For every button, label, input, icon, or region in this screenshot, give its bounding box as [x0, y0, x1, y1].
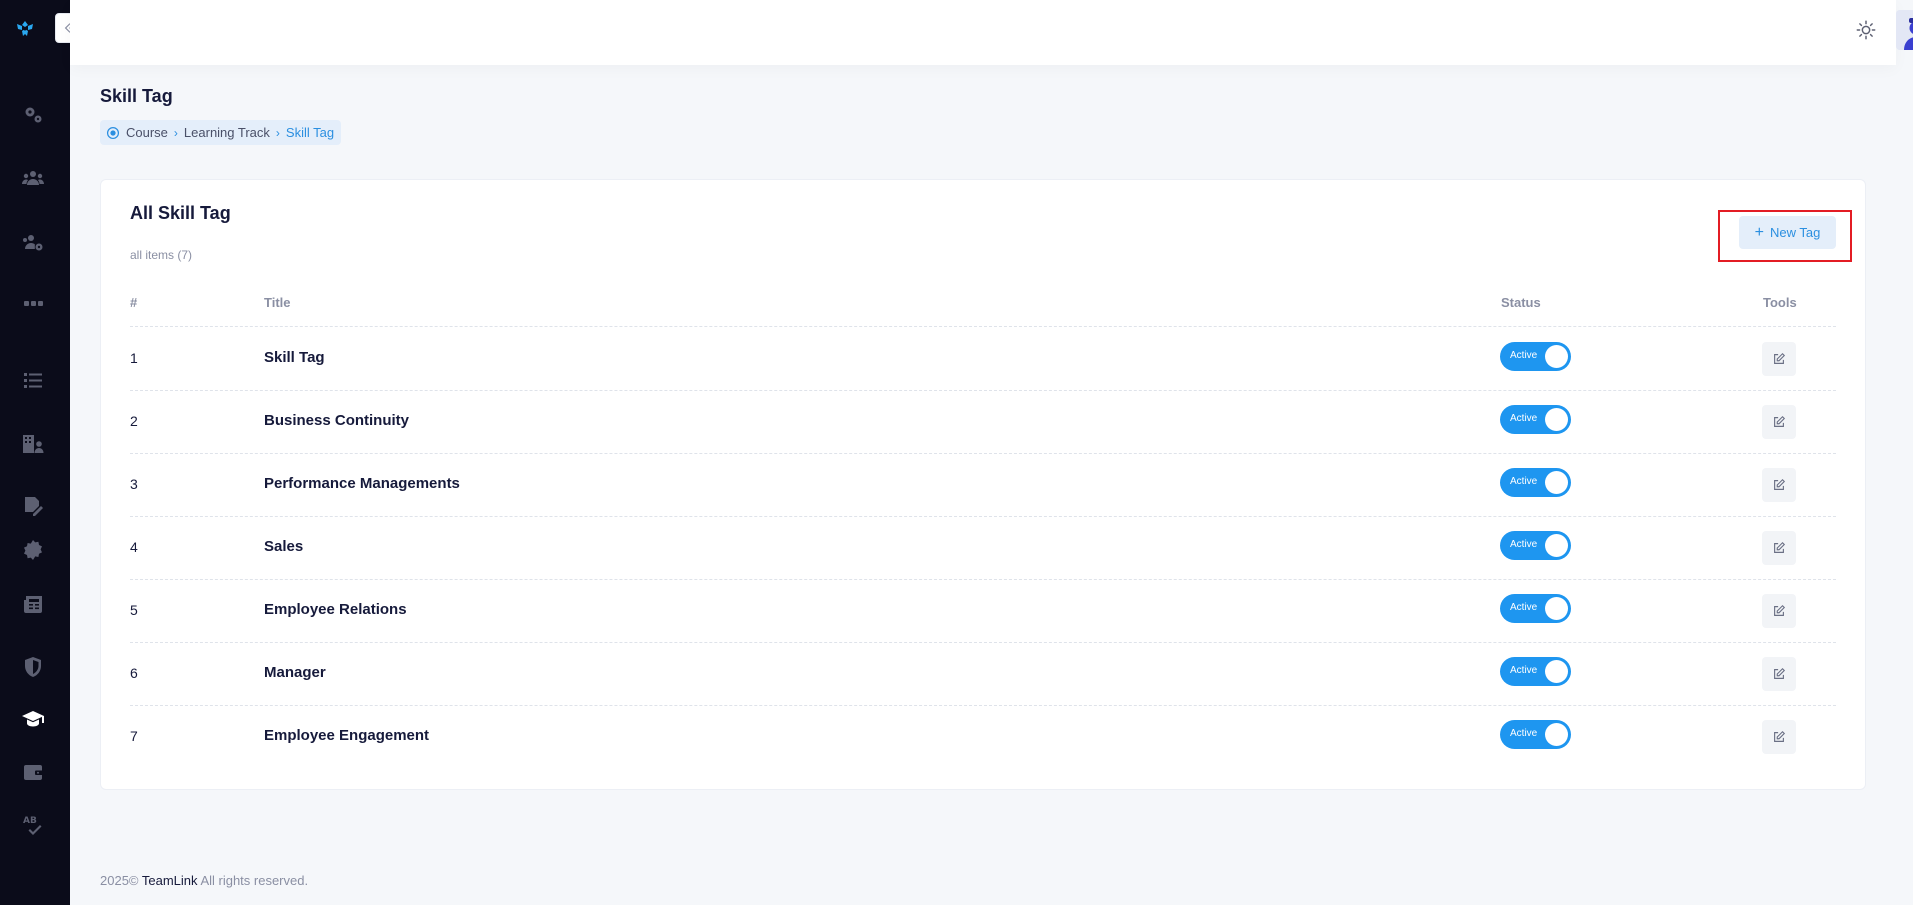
grid-icon[interactable]	[20, 292, 46, 318]
edit-button[interactable]	[1762, 594, 1796, 628]
table-row: 1 Skill Tag Active	[130, 328, 1836, 391]
status-toggle[interactable]: Active	[1500, 342, 1571, 371]
row-title: Sales	[264, 538, 304, 555]
chevron-right-icon: ›	[173, 125, 178, 140]
signature-icon[interactable]	[20, 493, 46, 519]
breadcrumb-skill-tag: Skill Tag	[285, 125, 335, 140]
footer: 2025© TeamLink All rights reserved.	[100, 873, 308, 888]
toggle-knob	[1545, 597, 1568, 620]
header-status: Status	[1501, 295, 1541, 310]
status-label: Active	[1510, 476, 1538, 487]
table-row: 5 Employee Relations Active	[130, 580, 1836, 643]
breadcrumb-course[interactable]: Course	[126, 125, 168, 140]
user-avatar[interactable]	[1896, 10, 1913, 50]
svg-text:AB: AB	[23, 816, 37, 826]
footer-brand-link[interactable]: TeamLink	[142, 873, 198, 888]
sidebar: AB	[0, 0, 70, 905]
edit-icon	[1774, 667, 1786, 679]
status-toggle[interactable]: Active	[1500, 594, 1571, 623]
table-row: 2 Business Continuity Active	[130, 391, 1836, 454]
edit-button[interactable]	[1762, 342, 1796, 376]
status-label: Active	[1510, 350, 1538, 361]
edit-button[interactable]	[1762, 531, 1796, 565]
status-toggle[interactable]: Active	[1500, 405, 1571, 434]
page-title: Skill Tag	[100, 86, 173, 106]
status-toggle[interactable]: Active	[1500, 468, 1571, 497]
status-label: Active	[1510, 728, 1538, 739]
row-title: Employee Relations	[264, 601, 407, 618]
graduation-cap-icon[interactable]	[20, 706, 46, 732]
sun-icon[interactable]	[1855, 19, 1877, 41]
target-icon	[106, 126, 120, 139]
row-number: 5	[130, 602, 138, 618]
items-count: all items (7)	[130, 248, 193, 262]
edit-icon	[1774, 415, 1786, 427]
plus-icon: +	[1754, 223, 1764, 241]
breadcrumb: Course › Learning Track › Skill Tag	[100, 120, 342, 145]
header-tools: Tools	[1763, 295, 1797, 310]
row-title: Employee Engagement	[264, 727, 430, 744]
row-number: 7	[130, 728, 138, 744]
toggle-knob	[1545, 660, 1568, 683]
users-icon[interactable]	[20, 165, 46, 191]
users-settings-icon[interactable]	[20, 229, 46, 255]
edit-button[interactable]	[1762, 720, 1796, 754]
newspaper-icon[interactable]	[20, 591, 46, 617]
row-number: 1	[130, 350, 138, 366]
footer-rights: All rights reserved.	[200, 873, 309, 888]
toggle-knob	[1545, 534, 1568, 557]
toggle-knob	[1545, 408, 1568, 431]
row-number: 6	[130, 665, 138, 681]
toggle-knob	[1545, 471, 1568, 494]
status-toggle[interactable]: Active	[1500, 531, 1571, 560]
row-title: Performance Managements	[264, 475, 460, 492]
row-title: Manager	[264, 664, 326, 681]
row-number: 4	[130, 539, 138, 555]
skill-tag-card: All Skill Tag all items (7) + New Tag # …	[100, 179, 1866, 790]
chevron-right-icon: ›	[275, 125, 280, 140]
breadcrumb-learning-track[interactable]: Learning Track	[184, 125, 270, 140]
edit-button[interactable]	[1762, 468, 1796, 502]
status-toggle[interactable]: Active	[1500, 657, 1571, 686]
header-title: Title	[264, 295, 291, 310]
footer-year: 2025©	[100, 873, 139, 888]
card-title: All Skill Tag	[130, 203, 231, 223]
status-label: Active	[1510, 602, 1538, 613]
wallet-icon[interactable]	[20, 759, 46, 785]
row-number: 2	[130, 413, 138, 429]
new-tag-label: New Tag	[1770, 225, 1821, 240]
status-label: Active	[1510, 665, 1538, 676]
table-header: # Title Status Tools	[130, 287, 1836, 327]
edit-icon	[1774, 352, 1786, 364]
status-label: Active	[1510, 413, 1538, 424]
certificate-icon[interactable]	[20, 537, 46, 563]
teamlink-logo[interactable]	[13, 17, 37, 41]
edit-button[interactable]	[1762, 657, 1796, 691]
table-row: 4 Sales Active	[130, 517, 1836, 580]
edit-icon	[1774, 730, 1786, 742]
header-num: #	[130, 295, 138, 310]
spell-check-icon[interactable]: AB	[20, 811, 46, 837]
new-tag-button[interactable]: + New Tag	[1739, 216, 1836, 249]
table-row: 3 Performance Managements Active	[130, 454, 1836, 517]
row-title: Skill Tag	[264, 349, 325, 366]
top-bar	[70, 0, 1913, 65]
status-toggle[interactable]: Active	[1500, 720, 1571, 749]
edit-icon	[1774, 604, 1786, 616]
building-user-icon[interactable]	[20, 431, 46, 457]
table-row: 7 Employee Engagement Active	[130, 706, 1836, 769]
row-number: 3	[130, 476, 138, 492]
list-icon[interactable]	[20, 367, 46, 393]
table-row: 6 Manager Active	[130, 643, 1836, 706]
toggle-knob	[1545, 723, 1568, 746]
edit-icon	[1774, 478, 1786, 490]
gears-icon[interactable]	[20, 102, 46, 128]
row-title: Business Continuity	[264, 412, 410, 429]
shield-icon[interactable]	[20, 654, 46, 680]
status-label: Active	[1510, 539, 1538, 550]
edit-icon	[1774, 541, 1786, 553]
toggle-knob	[1545, 345, 1568, 368]
edit-button[interactable]	[1762, 405, 1796, 439]
